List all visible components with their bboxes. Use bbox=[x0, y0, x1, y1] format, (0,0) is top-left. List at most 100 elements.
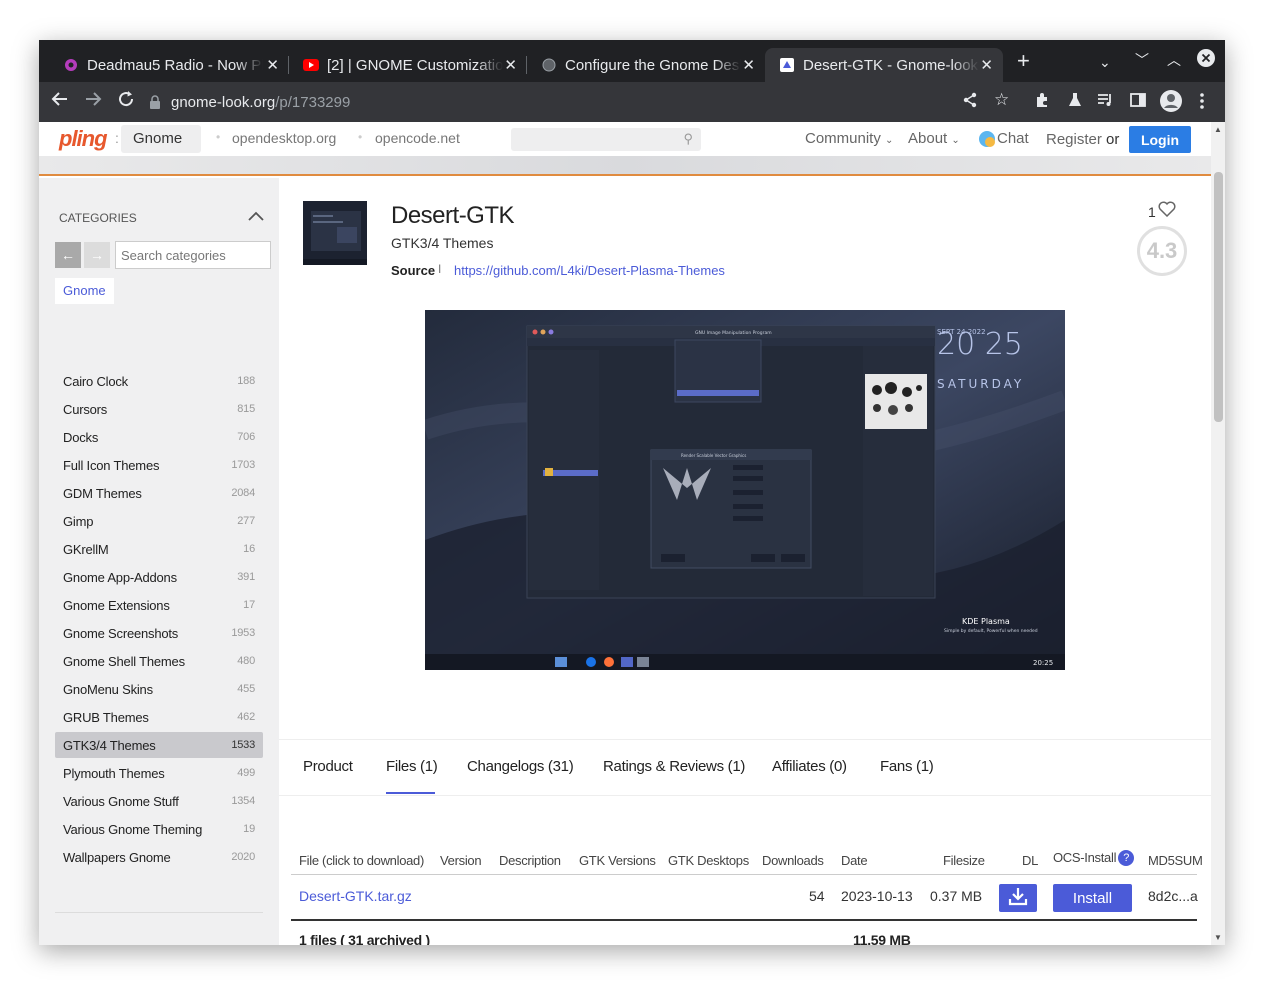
opendesktop-link[interactable]: opendesktop.org bbox=[232, 130, 336, 146]
close-icon[interactable]: ✕ bbox=[266, 56, 279, 74]
heart-icon[interactable] bbox=[1158, 201, 1176, 222]
scroll-down-icon[interactable]: ▼ bbox=[1214, 933, 1222, 942]
login-button[interactable]: Login bbox=[1129, 126, 1191, 153]
browser-tab-1[interactable]: Deadmau5 Radio - Now Pl ✕ bbox=[49, 48, 289, 82]
chevron-up-icon[interactable] bbox=[247, 206, 265, 227]
column-header-file[interactable]: File (click to download) bbox=[299, 853, 424, 868]
category-item[interactable]: GRUB Themes 462 bbox=[55, 704, 263, 730]
category-item[interactable]: Cursors 815 bbox=[55, 396, 263, 422]
browser-tab-3[interactable]: Configure the Gnome Desk ✕ bbox=[527, 48, 765, 82]
category-item[interactable]: GnoMenu Skins 455 bbox=[55, 676, 263, 702]
category-label: Gnome Shell Themes bbox=[63, 653, 185, 669]
scroll-up-icon[interactable]: ▲ bbox=[1214, 125, 1222, 134]
column-header-filesize[interactable]: Filesize bbox=[943, 853, 985, 868]
categories-back-button[interactable]: ← bbox=[55, 242, 81, 268]
browser-tab-2[interactable]: [2] | GNOME Customizatio ✕ bbox=[289, 48, 527, 82]
category-count: 2020 bbox=[231, 851, 255, 863]
tab-files[interactable]: Files (1) bbox=[386, 758, 438, 775]
page-scrollbar[interactable]: ▲ ▼ bbox=[1211, 122, 1225, 945]
column-header-downloads[interactable]: Downloads bbox=[762, 853, 824, 868]
product-thumbnail[interactable] bbox=[303, 201, 367, 265]
browser-tab-4[interactable]: Desert-GTK - Gnome-look ✕ bbox=[765, 48, 1003, 82]
media-queue-icon[interactable] bbox=[1097, 92, 1113, 113]
close-icon[interactable]: ✕ bbox=[742, 56, 755, 74]
tab-product[interactable]: Product bbox=[303, 758, 353, 775]
file-download-link[interactable]: Desert-GTK.tar.gz bbox=[299, 888, 412, 904]
column-header-dl: DL bbox=[1022, 853, 1039, 868]
column-header-date[interactable]: Date bbox=[841, 853, 868, 868]
close-icon[interactable]: ✕ bbox=[504, 56, 517, 74]
category-item[interactable]: GKrellM 16 bbox=[55, 536, 263, 562]
labs-flask-icon[interactable] bbox=[1067, 92, 1083, 113]
tab-changelogs[interactable]: Changelogs (31) bbox=[467, 758, 574, 775]
back-icon[interactable] bbox=[51, 90, 69, 114]
source-link[interactable]: https://github.com/L4ki/Desert-Plasma-Th… bbox=[454, 263, 725, 278]
category-item[interactable]: Gnome Shell Themes 480 bbox=[55, 648, 263, 674]
bookmark-star-icon[interactable]: ☆ bbox=[994, 90, 1009, 110]
category-label: Cairo Clock bbox=[63, 373, 128, 389]
category-item[interactable]: Plymouth Themes 499 bbox=[55, 760, 263, 786]
column-header-gtk-desktops[interactable]: GTK Desktops bbox=[668, 853, 749, 868]
reload-icon[interactable] bbox=[117, 90, 135, 114]
category-item[interactable]: Gnome Extensions 17 bbox=[55, 592, 263, 618]
category-item[interactable]: Full Icon Themes 1703 bbox=[55, 452, 263, 478]
category-item[interactable]: Various Gnome Stuff 1354 bbox=[55, 788, 263, 814]
new-tab-icon[interactable]: + bbox=[1017, 48, 1030, 74]
download-button[interactable] bbox=[999, 884, 1037, 912]
window-close-icon[interactable] bbox=[1197, 49, 1215, 72]
category-item-active[interactable]: GTK3/4 Themes 1533 bbox=[55, 732, 263, 758]
share-icon[interactable] bbox=[962, 92, 978, 113]
profile-avatar-icon[interactable] bbox=[1160, 90, 1182, 117]
category-item[interactable]: Wallpapers Gnome 2020 bbox=[55, 844, 263, 870]
chat-link[interactable]: Chat bbox=[997, 130, 1029, 147]
address-bar[interactable]: gnome-look.org/p/1733299 bbox=[149, 86, 849, 118]
about-menu[interactable]: About ⌄ bbox=[908, 130, 960, 147]
category-item[interactable]: Cairo Clock 188 bbox=[55, 368, 263, 394]
pling-logo[interactable]: pling bbox=[59, 126, 108, 152]
category-item[interactable]: Various Gnome Theming 19 bbox=[55, 816, 263, 842]
forward-icon[interactable] bbox=[84, 90, 102, 114]
side-panel-icon[interactable] bbox=[1130, 92, 1146, 113]
source-separator: I bbox=[438, 262, 442, 276]
product-category[interactable]: GTK3/4 Themes bbox=[391, 235, 493, 251]
column-header-version[interactable]: Version bbox=[440, 853, 482, 868]
category-item[interactable]: Docks 706 bbox=[55, 424, 263, 450]
files-summary-size: 11.59 MB bbox=[853, 932, 911, 945]
category-item[interactable]: Gimp 277 bbox=[55, 508, 263, 534]
register-link[interactable]: Register bbox=[1046, 131, 1102, 148]
minimize-icon[interactable]: ﹀ bbox=[1135, 50, 1149, 70]
rating-score: 4.3 bbox=[1137, 226, 1187, 276]
menu-kebab-icon[interactable] bbox=[1199, 92, 1205, 115]
ocs-install-button[interactable]: Install bbox=[1053, 884, 1132, 912]
maximize-icon[interactable]: ︿ bbox=[1167, 50, 1181, 70]
category-count: 188 bbox=[237, 375, 255, 387]
scrollbar-thumb[interactable] bbox=[1214, 172, 1223, 422]
category-item[interactable]: Gnome App-Addons 391 bbox=[55, 564, 263, 590]
extensions-icon[interactable] bbox=[1034, 92, 1050, 113]
category-count: 1533 bbox=[231, 739, 255, 751]
opencode-link[interactable]: opencode.net bbox=[375, 130, 460, 146]
column-header-gtk-versions[interactable]: GTK Versions bbox=[579, 853, 656, 868]
store-selector[interactable]: Gnome ⌄ bbox=[121, 125, 201, 163]
category-item[interactable]: Gnome Screenshots 1953 bbox=[55, 620, 263, 646]
tab-ratings-reviews[interactable]: Ratings & Reviews (1) bbox=[603, 758, 745, 775]
category-chip-gnome[interactable]: Gnome bbox=[55, 278, 114, 304]
file-md5: 8d2c...a bbox=[1148, 888, 1198, 904]
tab-fans[interactable]: Fans (1) bbox=[880, 758, 934, 775]
category-count: 391 bbox=[237, 571, 255, 583]
taskbar-clock: 20:25 bbox=[1033, 659, 1053, 667]
close-icon[interactable]: ✕ bbox=[980, 56, 993, 74]
category-item[interactable]: GDM Themes 2084 bbox=[55, 480, 263, 506]
column-header-description[interactable]: Description bbox=[499, 853, 561, 868]
category-label: Various Gnome Theming bbox=[63, 821, 203, 837]
site-search-input[interactable]: ⚲ bbox=[511, 128, 701, 151]
categories-forward-button[interactable]: → bbox=[84, 242, 110, 268]
product-title: Desert-GTK bbox=[391, 202, 515, 229]
category-count: 16 bbox=[243, 543, 255, 555]
category-search-input[interactable]: Search categories bbox=[115, 241, 271, 269]
community-menu[interactable]: Community ⌄ bbox=[805, 130, 893, 147]
tab-search-icon[interactable]: ⌄ bbox=[1099, 54, 1111, 71]
product-screenshot[interactable]: 20 25 SEPT 24 2022 SATURDAY KDE Plasma S… bbox=[425, 310, 1065, 670]
tab-affiliates[interactable]: Affiliates (0) bbox=[772, 758, 847, 775]
help-icon[interactable]: ? bbox=[1118, 850, 1135, 866]
